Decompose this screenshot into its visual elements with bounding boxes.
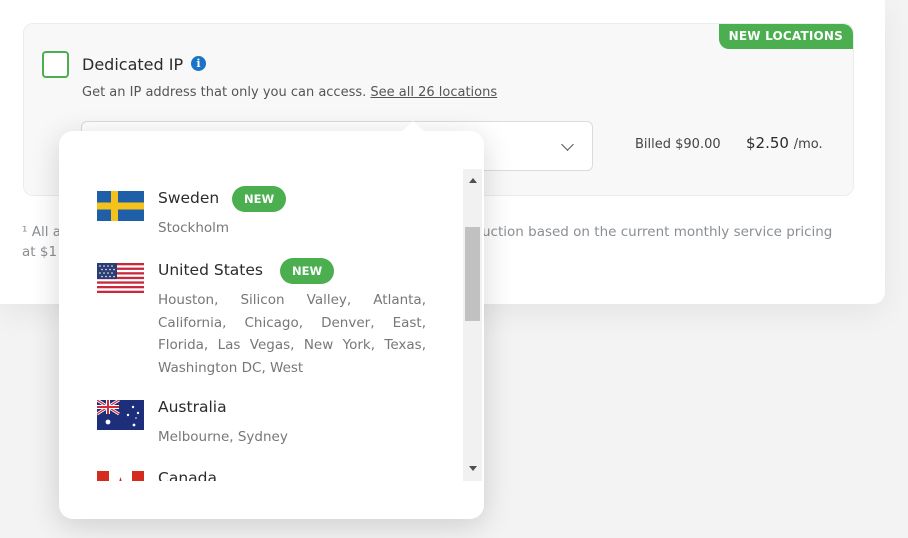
footnote-left-line1: ¹ All a [22, 224, 62, 240]
price: $2.50 /mo. [746, 134, 823, 152]
city-list: Melbourne, Sydney [158, 429, 288, 445]
country-name: United States [158, 261, 263, 279]
country-name: Australia [158, 398, 227, 416]
dropdown-scrollbar[interactable] [463, 169, 482, 481]
sweden-flag-icon [97, 191, 144, 221]
list-item-united-states[interactable]: United States NEW Houston, Silicon Valle… [97, 258, 427, 381]
new-badge: NEW [232, 186, 287, 212]
country-name: Canada [158, 469, 217, 481]
see-all-locations-link[interactable]: See all 26 locations [370, 85, 497, 100]
city-list: Stockholm [158, 220, 230, 236]
dropdown-pointer [400, 121, 426, 133]
scroll-thumb[interactable] [465, 227, 480, 321]
dedicated-ip-checkbox[interactable] [42, 51, 69, 78]
scroll-up-arrow-icon[interactable] [469, 178, 477, 183]
list-item-canada[interactable]: Canada [97, 469, 427, 481]
chevron-down-icon [561, 138, 574, 151]
locations-dropdown: Sweden NEW Stockholm United States NEW H… [59, 121, 484, 519]
addon-description-text: Get an IP address that only you can acce… [82, 85, 367, 100]
australia-flag-icon [97, 400, 144, 430]
info-icon[interactable]: i [191, 56, 206, 71]
new-badge: NEW [280, 258, 335, 284]
price-unit: /mo. [793, 137, 823, 152]
addon-title: Dedicated IP [82, 55, 184, 74]
list-item-sweden[interactable]: Sweden NEW Stockholm [97, 186, 427, 249]
billed-amount: Billed $90.00 [635, 137, 721, 152]
footnote-left-line2: at $1 [22, 244, 58, 260]
country-name: Sweden [158, 189, 220, 207]
price-value: $2.50 [746, 134, 789, 152]
usa-flag-icon [97, 263, 144, 293]
locations-list: Sweden NEW Stockholm United States NEW H… [59, 169, 484, 481]
canada-flag-icon [97, 471, 144, 481]
footnote-right: uction based on the current monthly serv… [482, 224, 833, 240]
list-item-australia[interactable]: Australia Melbourne, Sydney [97, 398, 427, 458]
addon-description: Get an IP address that only you can acce… [82, 85, 497, 100]
new-locations-badge: NEW LOCATIONS [718, 24, 853, 49]
city-list: Houston, Silicon Valley, Atlanta, Califo… [158, 292, 426, 377]
scroll-down-arrow-icon[interactable] [469, 466, 477, 471]
